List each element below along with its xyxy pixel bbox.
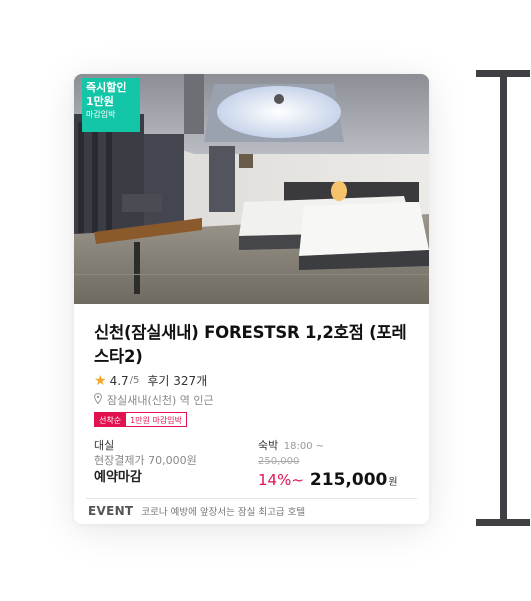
divider (86, 498, 417, 499)
rating-row: ★ 4.7 /5 후기 327개 (94, 372, 207, 389)
daily-rate-section[interactable]: 대실 현장결제가 70,000원 예약마감 (94, 438, 197, 487)
overnight-label: 숙박 (258, 439, 279, 452)
location-text: 잠실새내(신천) 역 인근 (107, 394, 214, 407)
hotel-card[interactable]: 즉시할인 1만원 마감임박 신천(잠실새내) FORESTSR 1,2호점 (포… (74, 74, 429, 524)
location-row: 잠실새내(신천) 역 인근 (94, 392, 214, 408)
event-label: EVENT (88, 504, 134, 518)
first-come-tag: 선착순 (94, 412, 127, 427)
promo-line3: 마감임박 (86, 110, 116, 120)
event-text: 코로나 예방에 앞장서는 잠실 최고급 호텔 (141, 507, 306, 518)
promo-line1: 즉시할인 (86, 81, 127, 94)
rating-value: 4.7 (109, 373, 129, 388)
currency-unit: 원 (388, 477, 398, 488)
daily-label: 대실 (94, 439, 115, 452)
event-banner[interactable]: EVENT 코로나 예방에 앞장서는 잠실 최고급 호텔 (88, 504, 305, 518)
location-pin-icon (94, 392, 102, 407)
price-row: 14%~ 215,000 원 (258, 470, 418, 490)
sale-price: 215,000 (309, 470, 388, 490)
tag-group: 선착순 1만원 마감임박 (94, 412, 187, 427)
onsite-payment-price: 현장결제가 70,000원 (94, 454, 197, 467)
height-bracket (476, 70, 530, 526)
promo-line2: 1만원 (86, 94, 114, 108)
discount-rate: 14%~ (258, 471, 304, 489)
hotel-room-photo[interactable]: 즉시할인 1만원 마감임박 (74, 74, 429, 304)
review-count[interactable]: 후기 327개 (147, 372, 207, 389)
instant-discount-badge: 즉시할인 1만원 마감임박 (82, 78, 140, 132)
overnight-label-row: 숙박 18:00 ~ (258, 438, 418, 454)
checkin-time: 18:00 ~ (283, 441, 325, 452)
reservation-closed-status: 예약마감 (94, 470, 142, 485)
deadline-tag: 1만원 마감임박 (126, 412, 187, 427)
original-price: 250,000 (258, 456, 300, 467)
hotel-name[interactable]: 신천(잠실새내) FORESTSR 1,2호점 (포레스타2) (94, 321, 414, 369)
overnight-rate-section[interactable]: 숙박 18:00 ~ 250,000 14%~ 215,000 원 (258, 438, 418, 490)
rating-max: /5 (129, 375, 140, 386)
star-icon: ★ (94, 372, 107, 389)
